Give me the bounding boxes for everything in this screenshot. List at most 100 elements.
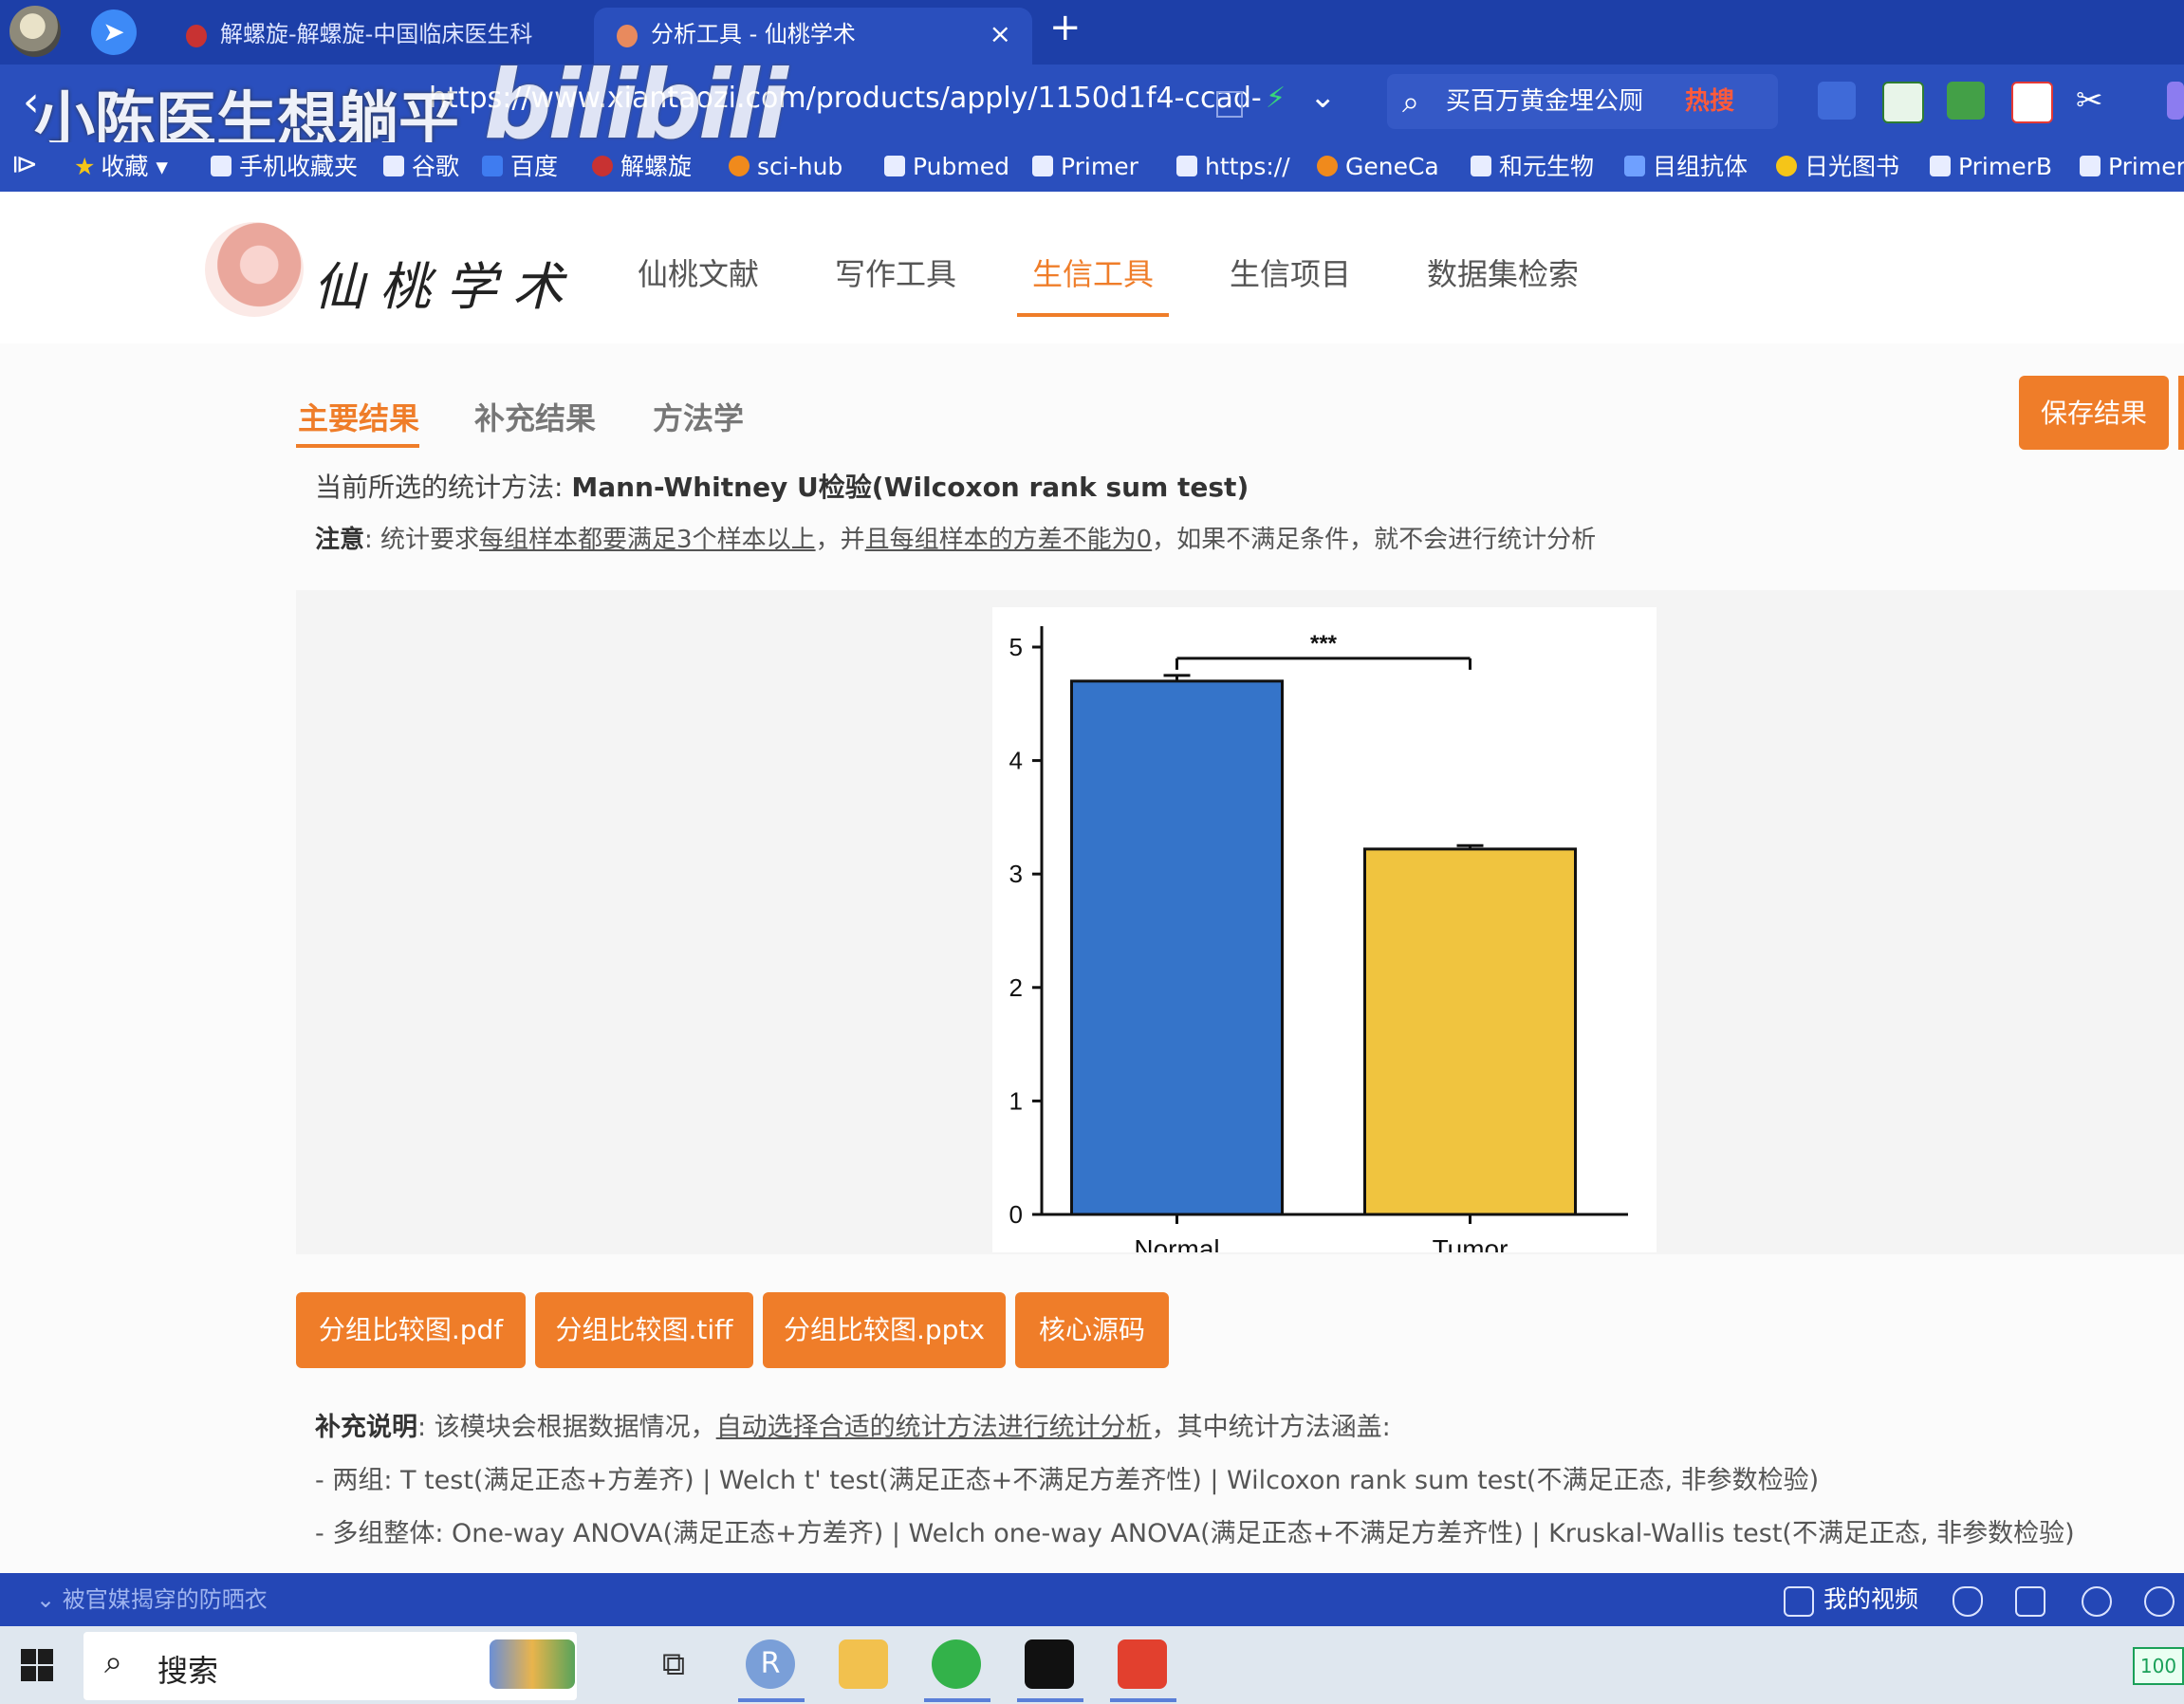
x-tick-label: Normal [1134, 1234, 1219, 1252]
shield-icon[interactable] [1953, 1586, 1983, 1617]
browser-app-icon[interactable] [932, 1639, 981, 1689]
hot-badge: 热搜 [1685, 87, 1735, 116]
bookmark-item[interactable]: https:// [1176, 148, 1290, 186]
bookmark-item[interactable]: 日光图书 [1776, 148, 1899, 186]
search-suggestion: 买百万黄金埋公厕 [1446, 87, 1644, 116]
bookmark-item[interactable]: PrimerB [1930, 148, 2052, 186]
bookmark-item[interactable]: 目组抗体 [1624, 148, 1748, 186]
new-tab-button[interactable]: + [1049, 6, 1082, 49]
chart-svg: 0 1 2 3 4 5 Normal Tumor *** [1009, 626, 1628, 1264]
bookmark-item[interactable]: 谷歌 [383, 148, 459, 186]
sidebar-toggle-icon[interactable]: ⧐ [11, 148, 38, 179]
method-line: 当前所选的统计方法: Mann-Whitney U检验(Wilcoxon ran… [315, 472, 1249, 503]
y-tick-label: 5 [1009, 633, 1023, 661]
supp-multi-groups: - 多组整体: One-way ANOVA(满足正态+方差齐) | Welch … [315, 1519, 2075, 1548]
bookmark-item[interactable]: GeneCa [1317, 148, 1439, 186]
scissors-icon[interactable]: ✂ [2076, 82, 2114, 120]
browser-search-box[interactable]: ⌕ 买百万黄金埋公厕 热搜 [1387, 74, 1778, 129]
bookmark-item[interactable]: 解螺旋 [592, 148, 692, 186]
method-name: Mann-Whitney U检验(Wilcoxon rank sum test) [571, 472, 1249, 503]
image-icon[interactable] [2015, 1586, 2045, 1617]
supplementary-note: 补充说明: 该模块会根据数据情况，自动选择合适的统计方法进行统计分析，其中统计方… [315, 1413, 1391, 1442]
active-nav-indicator [1017, 313, 1169, 317]
bookmark-item[interactable]: 手机收藏夹 [211, 148, 358, 186]
bookmark-item[interactable]: Pubmed [884, 148, 1009, 186]
active-tab-indicator [296, 444, 419, 448]
profile-avatar[interactable] [9, 6, 61, 57]
r-app-icon[interactable]: R [746, 1639, 795, 1689]
bar-normal [1070, 679, 1284, 1216]
download-tiff-button[interactable]: 分组比较图.tiff [535, 1292, 753, 1368]
tab-favicon-icon [617, 25, 638, 47]
y-tick-label: 4 [1009, 747, 1023, 775]
running-indicator [1110, 1698, 1176, 1702]
bookmark-item[interactable]: sci-hub [729, 148, 842, 186]
video-recorder-icon[interactable] [1025, 1639, 1074, 1689]
bar-tumor [1363, 847, 1577, 1216]
tab-supplementary-results[interactable]: 补充结果 [474, 395, 596, 438]
extension-icon[interactable] [2167, 82, 2184, 120]
bookmark-item[interactable]: Primer [2080, 148, 2184, 186]
bookmark-item[interactable]: 百度 [482, 148, 558, 186]
tab-main-results[interactable]: 主要结果 [298, 395, 419, 438]
nav-literature[interactable]: 仙桃文献 [638, 250, 759, 294]
tab-methodology[interactable]: 方法学 [653, 395, 744, 438]
tab-favicon-icon [186, 25, 207, 47]
nav-bioinfo-projects[interactable]: 生信项目 [1230, 250, 1351, 294]
site-logo-icon[interactable] [205, 222, 304, 317]
nav-dataset-search[interactable]: 数据集检索 [1427, 250, 1579, 294]
heart-icon[interactable] [2082, 1586, 2112, 1617]
save-results-button[interactable]: 保存结果 [2019, 376, 2169, 450]
send-icon[interactable]: ➤ [91, 9, 137, 55]
results-panel: 主要结果 补充结果 方法学 保存结果 当前所选的统计方法: Mann-Whitn… [0, 343, 2184, 1573]
books-icon [490, 1639, 575, 1689]
qr-code-icon[interactable] [1216, 91, 1243, 118]
supp-two-groups: - 两组: T test(满足正态+方差齐) | Welch t' test(满… [315, 1466, 1820, 1495]
extension-icon[interactable] [1947, 82, 1985, 120]
browser-tab-bar: ➤ 解螺旋-解螺旋-中国临床医生科 分析工具 - 仙桃学术 × + [0, 0, 2184, 65]
y-tick-label: 0 [1009, 1200, 1023, 1229]
bookmark-item[interactable]: 和元生物 [1471, 148, 1594, 186]
task-view-icon[interactable]: ⧉ [649, 1639, 698, 1689]
partial-button[interactable] [2178, 376, 2184, 450]
running-indicator [1017, 1698, 1083, 1702]
download-pdf-button[interactable]: 分组比较图.pdf [296, 1292, 526, 1368]
significance-label: *** [1310, 631, 1338, 657]
running-indicator [924, 1698, 990, 1702]
site-brand[interactable]: 仙桃学术 [313, 245, 579, 320]
extension-icon[interactable] [2011, 82, 2053, 123]
bookmark-favorites[interactable]: ★ 收藏 ▾ [74, 148, 168, 186]
bookmarks-bar: ⧐ ★ 收藏 ▾ 手机收藏夹 谷歌 百度 解螺旋 sci-hub Pubmed P… [0, 142, 2184, 192]
site-header: 仙桃学术 仙桃文献 写作工具 生信工具 生信项目 数据集检索 [0, 192, 2184, 344]
video-icon[interactable] [1784, 1586, 1814, 1617]
close-tab-icon[interactable]: × [990, 8, 1011, 61]
search-icon: ⌕ [1402, 83, 1419, 120]
rocket-icon[interactable] [2144, 1586, 2175, 1617]
bookmark-item[interactable]: Primer [1032, 148, 1138, 186]
y-tick-label: 2 [1009, 973, 1023, 1002]
x-tick-label: Tumor [1433, 1234, 1508, 1252]
nav-bioinfo-tools[interactable]: 生信工具 [1032, 250, 1154, 294]
extension-icon[interactable] [1882, 82, 1924, 123]
my-videos-link[interactable]: 我的视频 [1823, 1573, 1918, 1626]
lightning-icon[interactable]: ⚡ [1266, 82, 1286, 115]
news-ticker[interactable]: ⌄ 被官媒揭穿的防晒衣 [36, 1573, 268, 1626]
y-tick-label: 3 [1009, 860, 1023, 888]
y-tick-label: 1 [1009, 1086, 1023, 1115]
nav-writing-tools[interactable]: 写作工具 [835, 250, 956, 294]
note-line: 注意: 统计要求每组样本都要满足3个样本以上，并且每组样本的方差不能为0，如果不… [315, 526, 1597, 554]
search-icon: ⌕ [104, 1643, 123, 1681]
extension-icon[interactable] [1818, 82, 1856, 120]
browser-status-bar: ⌄ 被官媒揭穿的防晒衣 我的视频 [0, 1573, 2184, 1626]
running-indicator [738, 1698, 805, 1702]
windows-taskbar: ⌕ 搜索 ⧉ R 100 [0, 1626, 2184, 1704]
core-source-code-button[interactable]: 核心源码 [1015, 1292, 1169, 1368]
windows-start-icon[interactable] [21, 1649, 53, 1681]
taskbar-search-label: 搜索 [157, 1653, 219, 1689]
download-pptx-button[interactable]: 分组比较图.pptx [763, 1292, 1006, 1368]
chevron-down-icon[interactable]: ⌄ [1309, 78, 1337, 116]
bar-chart: 0 1 2 3 4 5 Normal Tumor *** [992, 607, 1657, 1264]
file-explorer-icon[interactable] [839, 1639, 888, 1689]
battery-indicator: 100 [2133, 1647, 2184, 1685]
wps-office-icon[interactable] [1118, 1639, 1167, 1689]
